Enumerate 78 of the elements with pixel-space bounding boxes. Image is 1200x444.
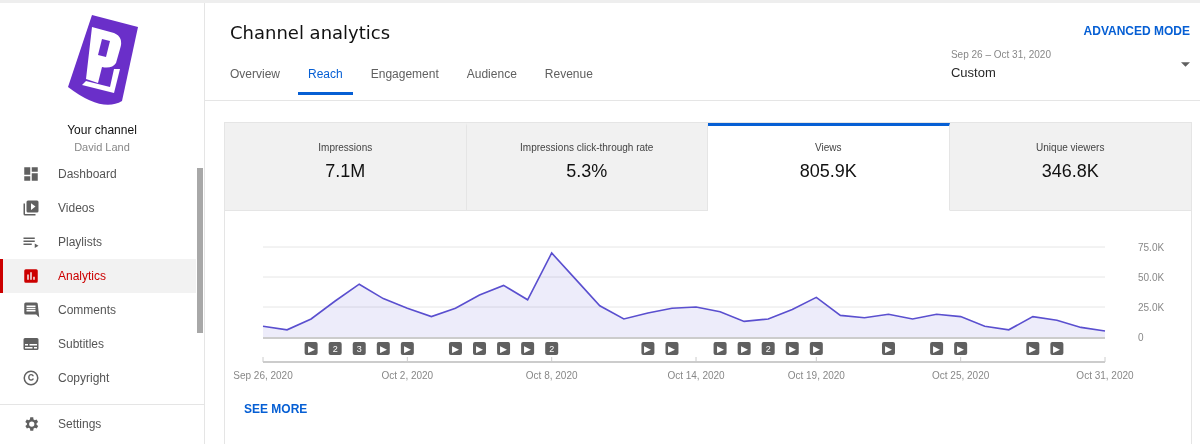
tab[interactable]: Reach [298,67,353,95]
y-tick-label: 50.0K [1138,272,1165,283]
nav-item[interactable]: Playlists [0,225,196,259]
video-marker[interactable]: ▶ [1050,342,1064,355]
nav-item[interactable]: Settings [0,407,196,441]
video-marker[interactable]: ▶ [1026,342,1040,355]
period-text: Custom [950,65,997,80]
video-marker[interactable]: ▶ [304,342,318,355]
page-title: Channel analytics [230,22,392,43]
tab[interactable]: Revenue [534,67,603,95]
x-tick-mark [815,356,817,363]
video-marker[interactable]: ▶ [713,342,727,355]
x-tick-label: Oct 31, 2020 [1076,370,1134,381]
metric-label: Impressions [318,142,373,153]
metric-value: 5.3% [566,161,608,182]
subtitles-icon [22,335,40,353]
metric-label: Views [815,142,842,153]
video-library-icon [22,199,40,217]
video-marker[interactable]: ▶ [400,342,414,355]
date-range-dropdown[interactable]: Sep 26 – Oct 31, 2020 Custom [950,49,1190,80]
nav-item[interactable]: Videos [0,191,196,225]
x-tick-label: Sep 26, 2020 [233,370,293,381]
nav-item[interactable]: Subtitles [0,327,196,361]
metric-label: Impressions click-through rate [520,142,654,153]
video-marker[interactable]: 2 [545,342,559,355]
video-marker[interactable]: ▶ [448,342,462,355]
metric-value: 7.1M [325,161,366,182]
tab[interactable]: Overview [230,67,290,95]
channel-name: David Land [74,141,130,153]
video-marker[interactable]: 3 [352,342,366,355]
nav-item[interactable]: Dashboard [0,157,196,191]
x-tick-label: Oct 19, 2020 [787,370,845,381]
metric-value: 346.8K [1041,161,1099,182]
advanced-mode-link[interactable]: ADVANCED MODE [1083,24,1190,38]
dashboard-icon [22,165,40,183]
nav-item[interactable]: Analytics [0,259,196,293]
x-tick-label: Oct 25, 2020 [932,370,990,381]
video-marker[interactable]: ▶ [665,342,679,355]
tab[interactable]: Engagement [360,67,449,95]
video-marker[interactable]: ▶ [497,342,511,355]
metric-tab[interactable]: Impressions click-through rate 5.3% [466,123,708,211]
video-marker[interactable]: ▶ [930,342,944,355]
video-marker[interactable]: ▶ [521,342,535,355]
video-marker[interactable]: ▶ [376,342,390,355]
channel-label: Your channel [67,123,137,137]
video-marker[interactable]: ▶ [473,342,486,355]
metric-tab[interactable]: Impressions 7.1M [225,123,467,211]
video-marker[interactable]: ▶ [737,342,751,355]
y-tick-label: 75.0K [1138,242,1165,253]
video-marker[interactable]: ▶ [641,342,655,355]
y-tick-label: 25.0K [1138,302,1165,313]
metric-label: Unique viewers [1036,142,1105,153]
x-tick-label: Oct 8, 2020 [525,370,578,381]
nav-item[interactable]: Comments [0,293,196,327]
video-marker[interactable]: 2 [328,342,342,355]
video-marker[interactable]: ▶ [882,342,895,355]
scrollbar-thumb[interactable] [197,168,203,333]
analytics-icon [22,267,40,285]
metric-tab[interactable]: Views 805.9K [708,123,950,211]
video-marker[interactable]: 2 [761,342,775,355]
video-marker[interactable]: ▶ [785,342,799,355]
x-tick-mark [406,356,408,363]
nav-item[interactable]: Copyright [0,361,196,395]
y-tick-label: 0 [1138,332,1144,343]
see-more-link[interactable]: SEE MORE [244,402,308,416]
caret-icon [1181,62,1190,67]
x-tick-label: Oct 14, 2020 [667,370,725,381]
copyright-icon [22,369,40,387]
comment-icon [22,301,40,319]
metric-value: 805.9K [799,161,857,182]
tab[interactable]: Audience [456,67,527,95]
x-tick-mark [551,356,553,363]
x-tick-mark [960,356,962,363]
x-tick-label: Oct 2, 2020 [381,370,434,381]
date-range-text: Sep 26 – Oct 31, 2020 [950,49,1051,60]
metric-tab[interactable]: Unique viewers 346.8K [949,123,1191,211]
video-marker[interactable]: ▶ [954,342,968,355]
video-marker[interactable]: ▶ [809,342,823,355]
